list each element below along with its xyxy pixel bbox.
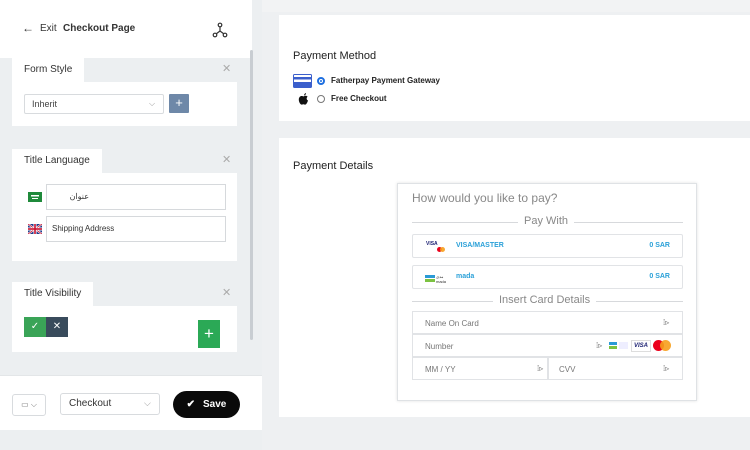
method-amount: 0 SAR bbox=[649, 273, 670, 280]
payment-option-free[interactable]: Free Checkout bbox=[317, 94, 387, 103]
card-number-field[interactable]: Number ⁞▹ VISA bbox=[412, 334, 683, 357]
page-title: Checkout Page bbox=[63, 23, 136, 34]
apple-logo-icon bbox=[298, 93, 308, 105]
uk-flag-icon bbox=[28, 224, 42, 234]
expiry-field[interactable]: MM / YY ⁞▹ bbox=[412, 357, 548, 380]
visa-logo-icon: VISA bbox=[631, 340, 651, 352]
payment-method-title: Payment Method bbox=[293, 50, 377, 62]
method-name: mada bbox=[456, 273, 475, 280]
bottom-toolbar: ▭ ⌵ Checkout ⌵ ✔ Save bbox=[0, 375, 262, 430]
chevron-down-icon: ⌵ bbox=[28, 400, 37, 409]
close-icon[interactable]: ✕ bbox=[222, 62, 231, 75]
add-style-button[interactable]: + bbox=[169, 94, 189, 113]
field-placeholder: Name On Card bbox=[425, 319, 479, 328]
structure-icon[interactable] bbox=[212, 22, 228, 38]
mastercard-logo-icon bbox=[660, 340, 671, 351]
credit-card-icon bbox=[293, 74, 312, 88]
payment-details-title: Payment Details bbox=[293, 160, 374, 172]
add-visibility-button[interactable]: + bbox=[198, 320, 220, 348]
canvas-top-strip bbox=[262, 0, 750, 12]
payment-widget: How would you like to pay? Pay With VISA… bbox=[397, 183, 697, 401]
close-icon[interactable]: ✕ bbox=[46, 317, 68, 337]
check-icon[interactable]: ✓ bbox=[24, 317, 46, 337]
exit-label: Exit bbox=[40, 22, 57, 34]
method-name: VISA/MASTER bbox=[456, 242, 504, 249]
preview-canvas: Payment Method Fatherpay Payment Gateway… bbox=[262, 0, 750, 450]
mada-logo-icon: مدى mada bbox=[425, 274, 449, 284]
title-language-tab: Title Language bbox=[12, 149, 102, 173]
input-cursor-icon: ⁞▹ bbox=[663, 364, 670, 373]
field-placeholder: CVV bbox=[559, 365, 576, 374]
english-title-input[interactable]: Shipping Address bbox=[46, 216, 226, 242]
method-visa-master[interactable]: VISA VISA/MASTER 0 SAR bbox=[412, 234, 683, 258]
sidebar-header: ← Exit Checkout Page bbox=[0, 0, 252, 58]
radio-button[interactable] bbox=[317, 76, 325, 85]
payment-option-label: Fatherpay Payment Gateway bbox=[331, 76, 440, 85]
insert-card-heading: Insert Card Details bbox=[493, 294, 597, 306]
method-mada[interactable]: مدى mada mada 0 SAR bbox=[412, 265, 683, 289]
arabic-title-input[interactable]: عنوان التوصيل bbox=[46, 184, 226, 225]
device-select[interactable]: ▭ ⌵ bbox=[12, 394, 46, 416]
save-label: Save bbox=[203, 399, 227, 410]
check-icon: ✔ bbox=[186, 399, 196, 410]
payment-method-panel: Payment Method Fatherpay Payment Gateway… bbox=[279, 15, 750, 121]
monitor-icon: ▭ bbox=[21, 400, 29, 409]
payment-option-fatherpay[interactable]: Fatherpay Payment Gateway bbox=[317, 76, 440, 85]
input-cursor-icon: ⁞▹ bbox=[596, 341, 603, 350]
radio-button[interactable] bbox=[317, 94, 325, 103]
exit-button[interactable]: ← Exit bbox=[22, 22, 57, 34]
back-arrow-icon: ← bbox=[22, 21, 34, 35]
close-icon[interactable]: ✕ bbox=[222, 153, 231, 166]
pay-question: How would you like to pay? bbox=[412, 191, 558, 205]
form-style-tab: Form Style bbox=[12, 58, 85, 82]
chevron-down-icon: ⌵ bbox=[149, 99, 156, 108]
cvv-field[interactable]: CVV ⁞▹ bbox=[548, 357, 683, 380]
field-placeholder: Number bbox=[425, 342, 454, 351]
payment-option-label: Free Checkout bbox=[331, 94, 387, 103]
field-placeholder: MM / YY bbox=[425, 365, 456, 374]
mada-logo-icon bbox=[609, 341, 629, 351]
saudi-flag-icon bbox=[28, 192, 42, 202]
chevron-down-icon: ⌵ bbox=[144, 398, 151, 408]
input-cursor-icon: ⁞▹ bbox=[537, 364, 544, 373]
method-amount: 0 SAR bbox=[649, 242, 670, 249]
pay-with-heading: Pay With bbox=[518, 215, 575, 227]
save-button[interactable]: ✔ Save bbox=[173, 391, 240, 418]
visa-master-logo-icon: VISA bbox=[425, 241, 447, 253]
name-on-card-field[interactable]: Name On Card ⁞▹ bbox=[412, 311, 683, 334]
editor-sidebar: ← Exit Checkout Page Form Style ✕ Inheri… bbox=[0, 0, 262, 450]
form-style-select[interactable]: Inherit bbox=[24, 94, 164, 114]
close-icon[interactable]: ✕ bbox=[222, 286, 231, 299]
sidebar-scrollbar[interactable] bbox=[250, 50, 253, 340]
input-cursor-icon: ⁞▹ bbox=[663, 318, 670, 327]
title-visibility-tab: Title Visibility bbox=[12, 282, 94, 306]
visibility-toggle[interactable]: ✓ ✕ bbox=[24, 317, 68, 337]
